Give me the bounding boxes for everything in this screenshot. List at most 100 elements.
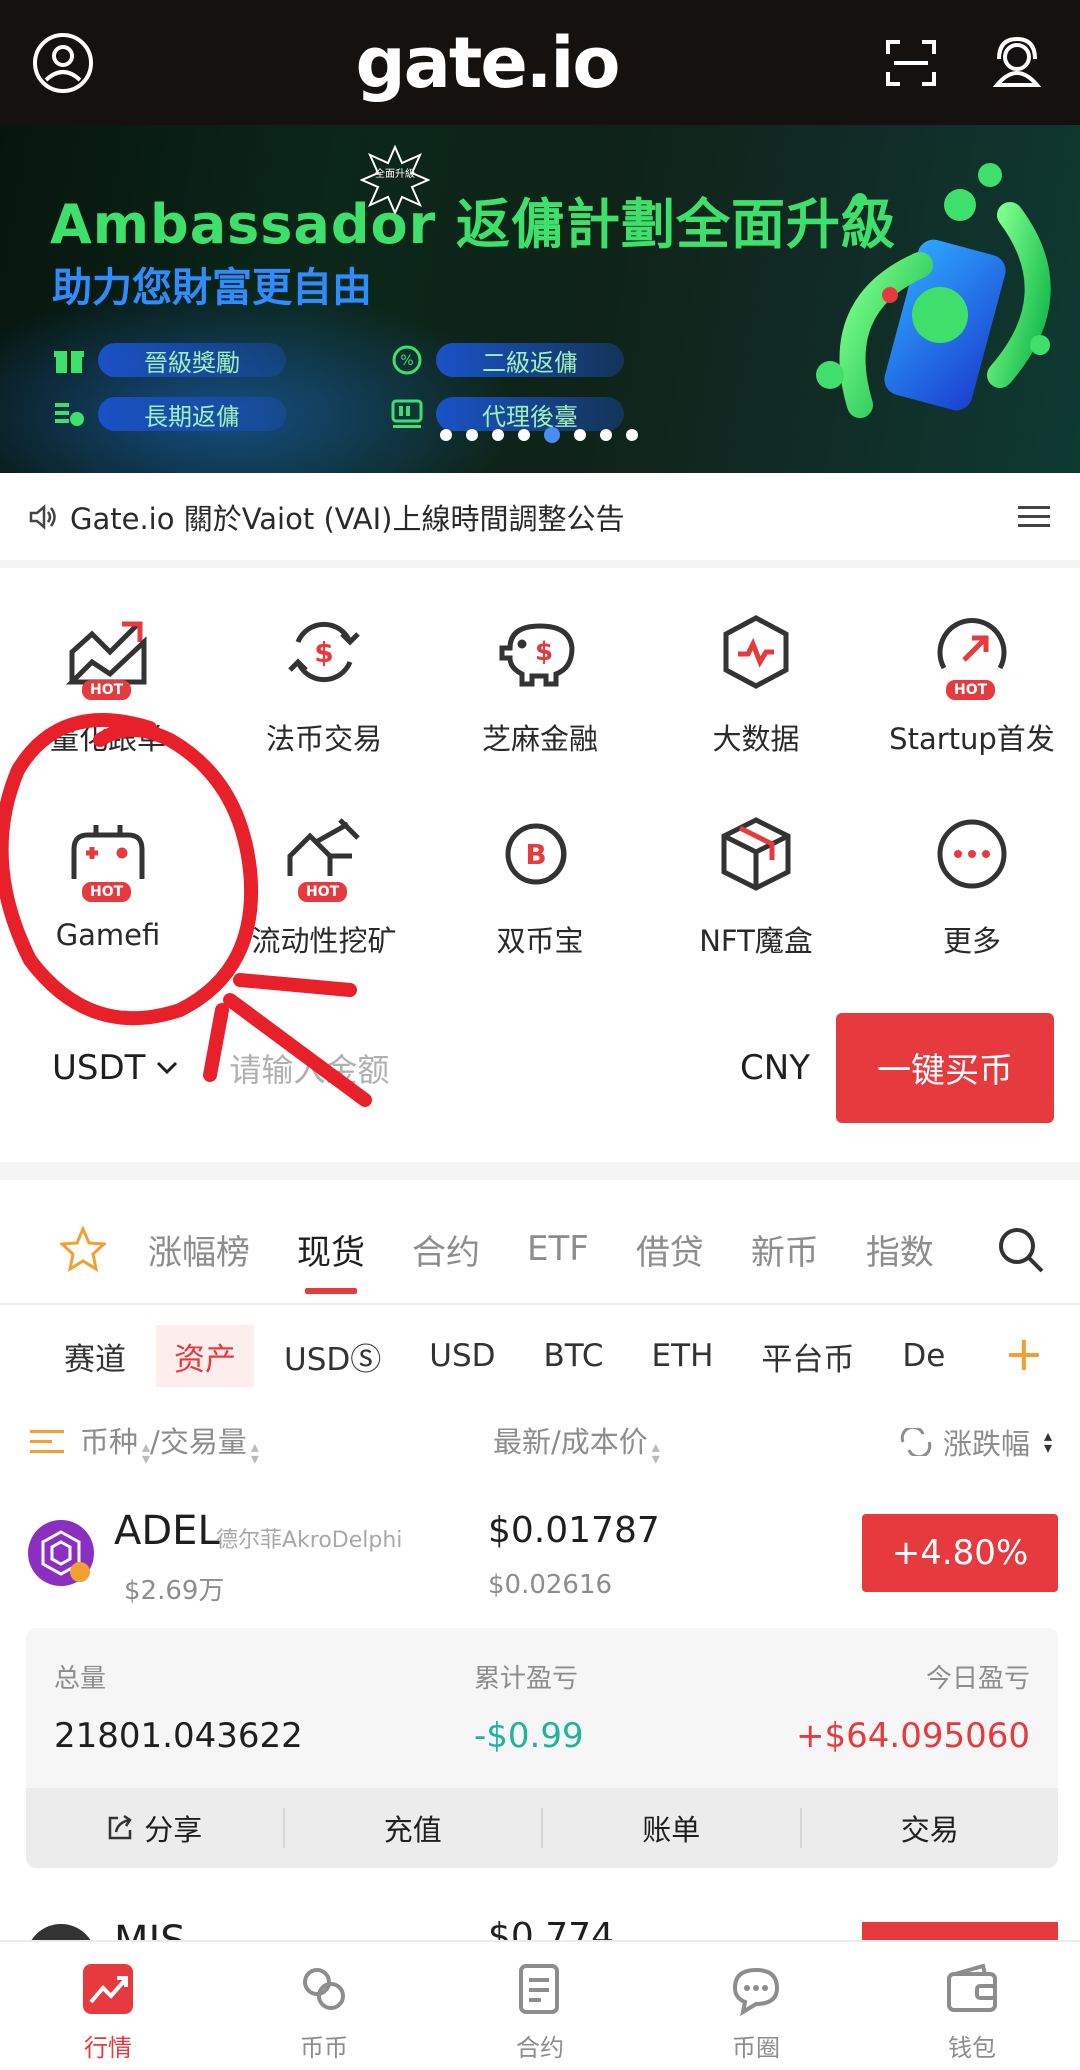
one-click-buy-button[interactable]: 一键买币 [836,1012,1054,1123]
subtab-platform-coin[interactable]: 平台币 [743,1325,872,1387]
trade-label: 交易 [900,1813,959,1847]
tab-spot[interactable]: 现货 [297,1194,365,1304]
change-header[interactable]: 涨跌幅 ▴ ▾ [899,1421,1052,1463]
tab-new-coins[interactable]: 新币 [751,1194,819,1304]
feature-label: 長期返傭 [98,397,286,431]
nav-futures[interactable]: 合约 [432,1942,648,2070]
asset-actions: 分享 充值 账单 交易 [26,1788,1058,1868]
entry-label: 双币宝 [496,924,584,958]
entry-big-data[interactable]: 大数据 [648,580,864,782]
svg-text:%: % [400,353,413,369]
amount-input[interactable]: 请输入金额 [229,1045,740,1091]
announcement-text[interactable]: Gate.io 關於Vaiot (VAI)上線時間調整公告 [70,496,1016,538]
carousel-dot[interactable] [466,429,478,441]
total-label: 总量 [54,1664,107,1694]
svg-text:$: $ [535,637,553,667]
carousel-dot[interactable] [492,429,504,441]
trade-button[interactable]: 交易 [802,1808,1059,1848]
add-icon[interactable]: + [1004,1330,1044,1378]
subtab-usd[interactable]: USD [411,1325,513,1387]
subtab-sector[interactable]: 赛道 [46,1325,144,1387]
carousel-dot[interactable] [518,429,530,441]
carousel-dot[interactable] [626,429,638,441]
entry-dual-coin[interactable]: B 双币宝 [432,782,648,984]
subtab-defi[interactable]: De [884,1325,963,1387]
section-divider [0,1162,1080,1180]
tab-futures[interactable]: 合约 [412,1194,480,1304]
asset-name: 德尔菲AkroDelphi [216,1528,403,1553]
header-actions [878,30,1050,96]
phone-coins-illustration [816,163,1051,418]
share-button[interactable]: 分享 [26,1808,285,1848]
chevron-down-icon [157,1061,178,1074]
tab-index[interactable]: 指数 [866,1194,934,1304]
asset-row[interactable]: MIS $0.774 [0,1910,1080,1940]
coin-header-label: 币种 [80,1425,139,1459]
announcement-bar[interactable]: Gate.io 關於Vaiot (VAI)上線時間調整公告 [0,473,1080,568]
user-avatar-icon[interactable] [30,30,96,96]
subtab-assets[interactable]: 资产 [156,1325,254,1387]
asset-row[interactable]: ADEL 德尔菲AkroDelphi $2.69万 $0.01787 $0.02… [0,1498,1080,1628]
nav-label: 行情 [84,2034,132,2062]
feature-label: 晉級獎勵 [98,343,286,377]
search-icon[interactable] [996,1225,1046,1275]
price-header[interactable]: 最新/成本价 ▴ ▾ [493,1419,899,1467]
tab-gainers[interactable]: 涨幅榜 [148,1194,250,1304]
nav-wallet[interactable]: 钱包 [864,1942,1080,2070]
sort-arrows-icon: ▴ ▾ [1043,1426,1052,1457]
deposit-button[interactable]: 充值 [285,1808,543,1848]
asset-volume: $2.69万 [124,1576,225,1606]
nav-market[interactable]: 行情 [0,1942,216,2070]
bill-button[interactable]: 账单 [543,1808,802,1848]
sort-arrows-icon: ▴ ▾ [142,1437,151,1468]
carousel-dot[interactable] [574,429,586,441]
promo-banner[interactable]: 全面升級 Ambassador 返傭計劃全面升級 助力您財富更自由 晉級獎勵 %… [0,125,1080,473]
scan-icon[interactable] [878,30,944,96]
change-badge[interactable] [862,1922,1058,1940]
tab-lending[interactable]: 借贷 [636,1194,704,1304]
currency-selector[interactable]: USDT [52,1048,179,1088]
total-value: 21801.043622 [54,1716,303,1756]
liquidity-mining-icon: HOT [274,804,374,904]
gift-icon [54,351,84,373]
subtab-btc[interactable]: BTC [526,1325,622,1387]
entry-more[interactable]: 更多 [864,782,1080,984]
carousel-dots[interactable] [440,427,638,443]
carousel-dot[interactable] [600,429,612,441]
nav-spot[interactable]: 币币 [216,1942,432,2070]
feature-label: 代理後臺 [436,397,624,431]
market-tabs: 涨幅榜 现货 合约 ETF 借贷 新币 指数 [0,1195,1080,1305]
entry-sesame-finance[interactable]: $ 芝麻金融 [432,580,648,782]
volume-header-label: /交易量 [150,1425,247,1459]
nav-label: 币圈 [732,2034,780,2062]
entry-label: 芝麻金融 [481,722,598,756]
startup-icon: HOT [922,602,1022,702]
carousel-dot[interactable] [544,427,560,443]
tab-etf[interactable]: ETF [527,1194,589,1304]
entry-startup[interactable]: HOT Startup首发 [864,580,1080,782]
share-label: 分享 [144,1813,203,1847]
entry-nft-box[interactable]: NFT魔盒 [648,782,864,984]
support-icon[interactable] [984,30,1050,96]
change-badge[interactable]: +4.80% [862,1514,1058,1592]
entry-label: Startup首发 [889,722,1055,756]
carousel-dot[interactable] [440,429,452,441]
nav-community[interactable]: 币圈 [648,1942,864,2070]
subtab-usds[interactable]: USDⓈ [266,1325,399,1387]
asset-price: $0.774 [488,1916,614,1940]
entry-gamefi[interactable]: HOT Gamefi [0,782,216,984]
speaker-icon [29,503,56,530]
price-header-label: 最新/成本价 [493,1425,648,1459]
entry-label: 流动性挖矿 [251,924,397,958]
deposit-label: 充值 [383,1813,442,1847]
favorite-star-icon[interactable] [60,1226,106,1272]
coin-volume-header[interactable]: 币种 ▴ ▾/交易量 ▴ ▾ [28,1419,493,1468]
entry-liquidity-mining[interactable]: HOT 流动性挖矿 [216,782,432,984]
entry-label: NFT魔盒 [699,924,813,958]
today-label: 今日盈亏 [925,1664,1030,1694]
subtab-eth[interactable]: ETH [634,1325,732,1387]
entry-fiat-trade[interactable]: $ 法币交易 [216,580,432,782]
menu-icon[interactable] [1016,502,1052,532]
entry-quant-copy[interactable]: HOT 量化跟单 [0,580,216,782]
quick-buy-row: USDT 请输入金额 CNY 一键买币 [0,1010,1080,1125]
